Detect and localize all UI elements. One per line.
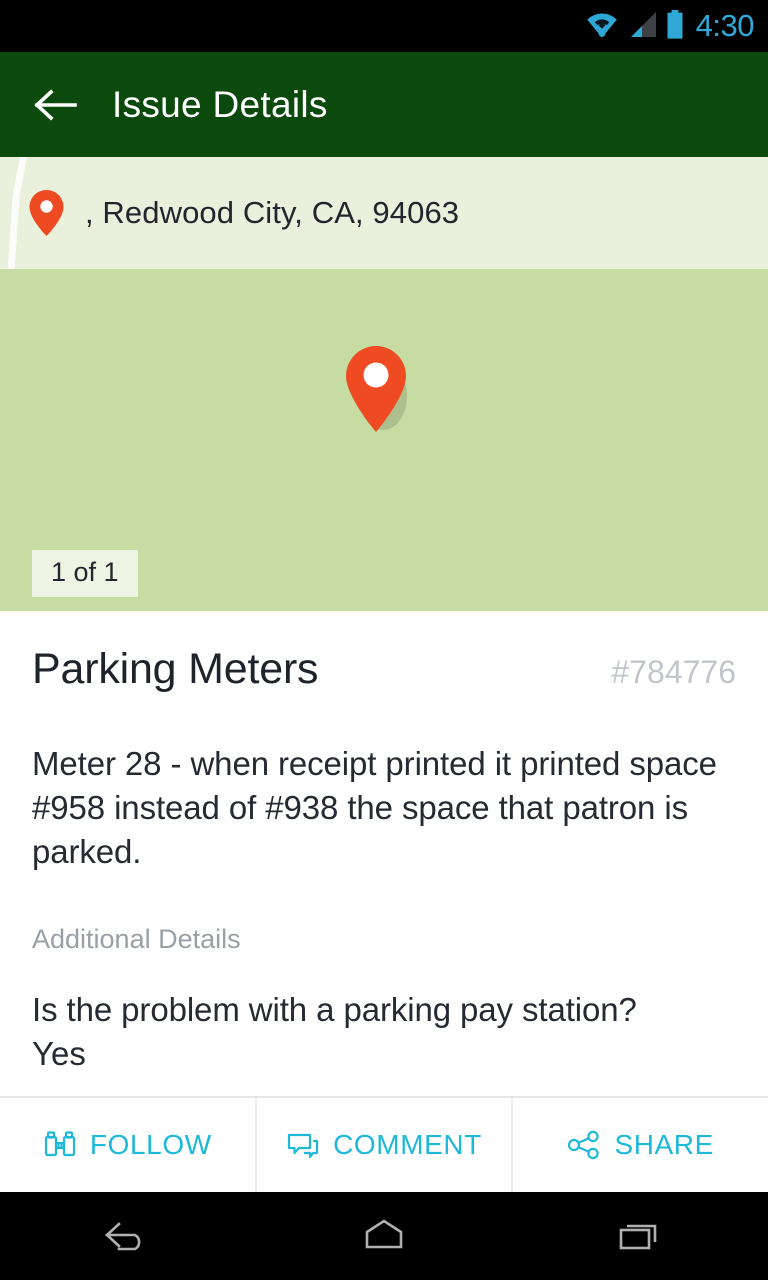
comment-button[interactable]: COMMENT: [254, 1098, 512, 1192]
status-bar: 4:30: [0, 0, 768, 52]
recents-nav-icon[interactable]: [512, 1216, 768, 1256]
comment-bubbles-icon: [286, 1128, 320, 1162]
app-bar: Issue Details: [0, 52, 768, 157]
map-photo-counter: 1 of 1: [32, 550, 138, 597]
issue-detail-body: Parking Meters #784776 Meter 28 - when r…: [0, 611, 768, 1096]
additional-detail-question: Is the problem with a parking pay statio…: [32, 990, 637, 1028]
issue-title: Parking Meters: [32, 645, 319, 693]
share-button[interactable]: SHARE: [511, 1098, 768, 1192]
location-pin-icon: [28, 189, 65, 237]
additional-details-label: Additional Details: [32, 923, 241, 954]
android-nav-bar: [0, 1192, 768, 1280]
wifi-icon: [585, 11, 619, 42]
address-strip[interactable]: , Redwood City, CA, 94063: [0, 157, 768, 269]
app-root: 4:30 Issue Details , Redwood City, CA, 9…: [0, 0, 768, 1280]
binoculars-icon: [43, 1128, 77, 1162]
location-pin-icon[interactable]: [343, 344, 415, 436]
back-nav-icon[interactable]: [0, 1216, 256, 1256]
cellular-signal-icon: [628, 11, 657, 42]
action-bar: FOLLOW COMMENT SHARE: [0, 1096, 768, 1192]
home-nav-icon[interactable]: [256, 1216, 512, 1256]
page-title: Issue Details: [112, 83, 328, 125]
follow-button[interactable]: FOLLOW: [0, 1098, 255, 1192]
issue-address: , Redwood City, CA, 94063: [85, 195, 460, 230]
status-bar-clock: 4:30: [695, 7, 755, 43]
follow-button-label: FOLLOW: [89, 1129, 212, 1160]
issue-header-row: Parking Meters #784776: [32, 611, 736, 694]
share-button-label: SHARE: [614, 1129, 714, 1160]
issue-description: Meter 28 - when receipt printed it print…: [32, 745, 717, 870]
comment-button-label: COMMENT: [333, 1129, 482, 1160]
issue-id: #784776: [611, 654, 736, 690]
share-nodes-icon: [567, 1128, 601, 1162]
battery-icon: [666, 9, 684, 43]
additional-detail-answer: Yes: [32, 1034, 86, 1072]
back-arrow-icon[interactable]: [34, 88, 78, 122]
map-view[interactable]: 1 of 1: [0, 269, 768, 611]
